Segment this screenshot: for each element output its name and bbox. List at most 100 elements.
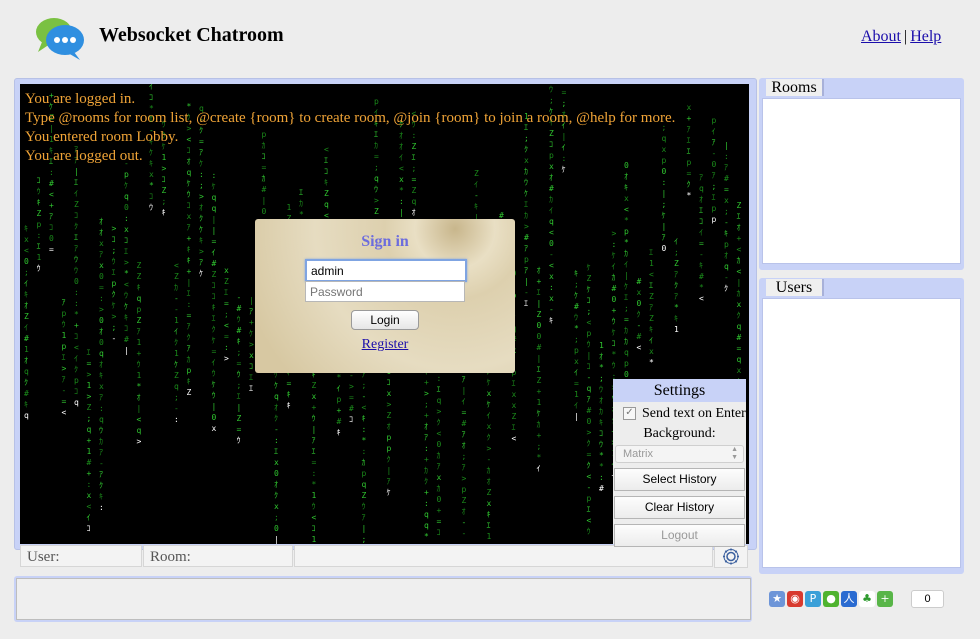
matrix-glyph: ｴ — [124, 247, 128, 256]
matrix-glyph: - — [712, 149, 717, 158]
matrix-glyph: ; — [712, 182, 717, 191]
matrix-glyph: ｱ — [99, 448, 103, 457]
user-status: User: — [20, 545, 142, 567]
matrix-glyph: ; — [224, 310, 229, 319]
username-input[interactable] — [305, 259, 467, 282]
matrix-glyph: = — [574, 379, 579, 388]
matrix-glyph: p — [524, 255, 529, 264]
matrix-glyph: ｸ — [24, 378, 28, 387]
matrix-glyph: ; — [199, 181, 204, 190]
login-button[interactable]: Login — [351, 310, 419, 330]
select-arrows-icon: ▲ ▼ — [731, 446, 738, 461]
share-qzone-icon[interactable]: ★ — [769, 591, 785, 607]
matrix-glyph: ｵ — [99, 217, 103, 226]
matrix-glyph: p — [37, 220, 42, 229]
matrix-glyph: : — [174, 415, 179, 424]
matrix-glyph: ｱ — [462, 430, 466, 439]
clear-history-button[interactable]: Clear History — [614, 496, 745, 519]
matrix-glyph: ; — [574, 280, 579, 289]
settings-title: Settings — [613, 379, 746, 402]
matrix-glyph: > — [124, 258, 129, 267]
users-list[interactable] — [762, 298, 961, 568]
message-input[interactable] — [16, 578, 751, 620]
matrix-glyph: ｷ — [287, 401, 291, 410]
matrix-glyph: ｱ — [249, 307, 253, 316]
matrix-glyph: | — [524, 277, 529, 286]
matrix-glyph: ; — [274, 513, 279, 522]
matrix-glyph: ; — [87, 414, 92, 423]
matrix-glyph: q — [724, 262, 729, 271]
matrix-glyph: * — [674, 303, 679, 312]
share-more-icon[interactable]: + — [877, 591, 893, 607]
matrix-glyph: > — [199, 247, 204, 256]
matrix-glyph: : — [99, 503, 104, 512]
matrix-glyph: < — [512, 434, 517, 443]
chat-bubbles-logo-icon — [34, 14, 86, 62]
matrix-glyph: ; — [112, 323, 117, 332]
matrix-glyph: : — [187, 300, 192, 309]
matrix-glyph: # — [237, 304, 242, 313]
matrix-glyph: < — [49, 190, 54, 199]
matrix-glyph: - — [362, 392, 367, 401]
matrix-glyph: x — [249, 351, 254, 360]
about-link[interactable]: About — [861, 28, 901, 45]
send-on-enter-checkbox[interactable]: ✓ — [623, 407, 636, 421]
matrix-glyph: ｲ — [537, 464, 541, 473]
matrix-glyph: > — [249, 340, 254, 349]
select-history-button[interactable]: Select History — [614, 468, 745, 491]
matrix-glyph: Z — [537, 376, 542, 385]
matrix-glyph: 1 — [487, 532, 492, 541]
rooms-list[interactable] — [762, 98, 961, 264]
matrix-glyph: = — [62, 397, 67, 406]
matrix-glyph: ｵ — [599, 396, 603, 405]
matrix-glyph: = — [212, 347, 217, 356]
matrix-glyph: | — [187, 278, 192, 287]
logout-button[interactable]: Logout — [614, 524, 745, 547]
matrix-glyph: p — [362, 469, 367, 478]
background-select[interactable]: Matrix ▲ ▼ — [615, 445, 744, 463]
matrix-glyph: | — [399, 208, 404, 217]
matrix-glyph: ｵ — [99, 228, 103, 237]
matrix-glyph: ｹ — [199, 225, 203, 234]
matrix-glyph: ｴ — [537, 288, 541, 297]
matrix-glyph: | — [587, 351, 592, 360]
matrix-glyph: ｸ — [187, 333, 191, 342]
matrix-glyph: ｶ — [737, 256, 741, 265]
matrix-glyph: + — [249, 318, 254, 327]
matrix-glyph: q — [187, 168, 192, 177]
matrix-glyph: 0 — [437, 440, 442, 449]
matrix-glyph: 0 — [274, 469, 279, 478]
matrix-glyph: + — [187, 267, 192, 276]
matrix-glyph: = — [287, 379, 292, 388]
register-link[interactable]: Register — [255, 337, 515, 353]
share-wechat-icon[interactable]: ● — [823, 591, 839, 607]
send-on-enter-row[interactable]: ✓ Send text on Enter — [613, 405, 746, 423]
matrix-glyph: < — [624, 205, 629, 214]
matrix-glyph: - — [487, 455, 492, 464]
share-clover-icon[interactable]: ♣ — [859, 591, 875, 607]
matrix-glyph: ｹ — [537, 409, 541, 418]
password-input[interactable] — [305, 281, 465, 302]
matrix-glyph: ｱ — [524, 266, 528, 275]
matrix-glyph: ｴ — [187, 289, 191, 298]
help-link[interactable]: Help — [910, 28, 941, 45]
matrix-glyph: p — [137, 305, 142, 314]
matrix-glyph: ｸ — [637, 310, 641, 319]
settings-toggle-button[interactable] — [714, 545, 748, 568]
matrix-glyph: * — [299, 210, 304, 219]
share-weibo-icon[interactable]: ◉ — [787, 591, 803, 607]
matrix-glyph: = — [224, 299, 229, 308]
share-renren-icon[interactable]: 人 — [841, 591, 857, 607]
matrix-glyph: : — [99, 404, 104, 413]
matrix-glyph: ｸ — [274, 414, 278, 423]
matrix-glyph: ｱ — [462, 375, 466, 384]
matrix-glyph: > — [87, 370, 92, 379]
matrix-glyph: Z — [137, 316, 142, 325]
matrix-glyph: = — [724, 185, 729, 194]
matrix-glyph: ｳ — [612, 317, 616, 326]
share-tencent-icon[interactable]: P — [805, 591, 821, 607]
matrix-glyph: * — [599, 363, 604, 372]
matrix-glyph: ｷ — [187, 377, 191, 386]
matrix-glyph: ｶ — [612, 273, 616, 282]
matrix-glyph: 0 — [99, 338, 104, 347]
